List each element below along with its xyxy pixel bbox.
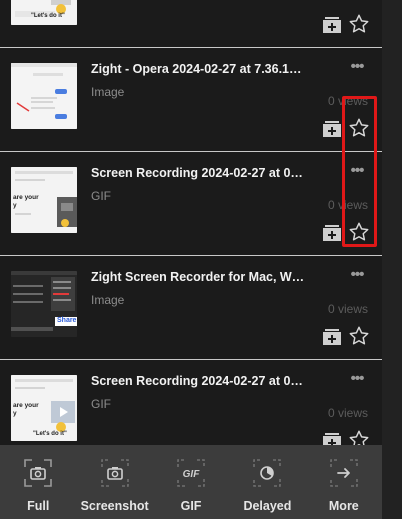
more-options-icon[interactable]: ••• xyxy=(346,266,368,283)
star-icon[interactable] xyxy=(348,325,370,347)
item-type: GIF xyxy=(91,397,111,411)
add-to-collection-icon[interactable] xyxy=(322,328,342,346)
thumbnail-image xyxy=(11,63,77,129)
gif-icon: GIF xyxy=(177,459,205,487)
list-item[interactable]: Zight - Opera 2024-02-27 at 7.36.19... I… xyxy=(0,48,382,152)
thumbnail[interactable]: are your y xyxy=(11,167,77,233)
highlight-box xyxy=(342,96,377,247)
list-item[interactable]: "Let's do it" xyxy=(0,0,382,48)
camera-full-icon xyxy=(24,459,53,487)
thumbnail[interactable] xyxy=(11,63,77,129)
toolbar-label: GIF xyxy=(180,499,202,513)
item-list[interactable]: "Let's do it" Zight - Opera 2024-02-27 a… xyxy=(0,0,382,464)
delayed-button[interactable]: Delayed xyxy=(229,445,305,519)
add-to-collection-icon[interactable] xyxy=(322,224,342,242)
scrollbar[interactable] xyxy=(382,0,402,519)
thumbnail-image xyxy=(11,271,77,337)
more-options-icon[interactable]: ••• xyxy=(346,58,368,75)
add-to-collection-icon[interactable] xyxy=(322,120,342,138)
add-to-collection-icon[interactable] xyxy=(322,16,342,34)
thumbnail-caption: Share xyxy=(57,317,77,324)
thumbnail-caption: are your xyxy=(13,402,39,409)
screenshot-button[interactable]: Screenshot xyxy=(76,445,152,519)
thumbnail-caption: y xyxy=(13,202,17,209)
capture-toolbar: Full Screenshot GIF GIF Delayed More xyxy=(0,445,382,519)
svg-text:GIF: GIF xyxy=(183,469,201,480)
thumbnail-caption: are your xyxy=(13,194,39,201)
toolbar-label: Delayed xyxy=(243,499,292,513)
item-title[interactable]: Screen Recording 2024-02-27 at 07.2... xyxy=(91,166,305,180)
item-views: 0 views xyxy=(327,406,368,420)
thumbnail[interactable]: "Let's do it" xyxy=(11,0,77,25)
toolbar-label: Screenshot xyxy=(80,499,149,513)
camera-icon xyxy=(100,459,129,487)
list-item[interactable]: Share Zight Screen Recorder for Mac, Win… xyxy=(0,256,382,360)
thumbnail-caption: y xyxy=(13,410,17,417)
star-icon[interactable] xyxy=(348,13,370,35)
item-type: Image xyxy=(91,85,125,99)
gif-button[interactable]: GIF GIF xyxy=(153,445,229,519)
item-title[interactable]: Screen Recording 2024-02-27 at 07.2... xyxy=(91,374,305,388)
item-views: 0 views xyxy=(327,302,368,316)
item-title[interactable]: Zight Screen Recorder for Mac, Wind... xyxy=(91,270,305,284)
thumbnail[interactable]: are your y "Let's do it" xyxy=(11,375,77,441)
thumbnail[interactable]: Share xyxy=(11,271,77,337)
app-window: "Let's do it" Zight - Opera 2024-02-27 a… xyxy=(0,0,402,519)
full-capture-button[interactable]: Full xyxy=(0,445,76,519)
toolbar-label: More xyxy=(328,499,359,513)
list-item[interactable]: are your y Screen Recording 2024-02-27 a… xyxy=(0,152,382,256)
thumbnail-caption: "Let's do it" xyxy=(33,431,67,437)
timer-icon xyxy=(253,459,282,487)
more-button[interactable]: More xyxy=(306,445,382,519)
toolbar-label: Full xyxy=(27,499,50,513)
item-type: Image xyxy=(91,293,125,307)
item-type: GIF xyxy=(91,189,111,203)
item-title[interactable]: Zight - Opera 2024-02-27 at 7.36.19... xyxy=(91,62,305,76)
thumbnail-caption: "Let's do it" xyxy=(31,13,65,19)
more-options-icon[interactable]: ••• xyxy=(346,370,368,387)
arrow-right-icon xyxy=(330,459,358,487)
